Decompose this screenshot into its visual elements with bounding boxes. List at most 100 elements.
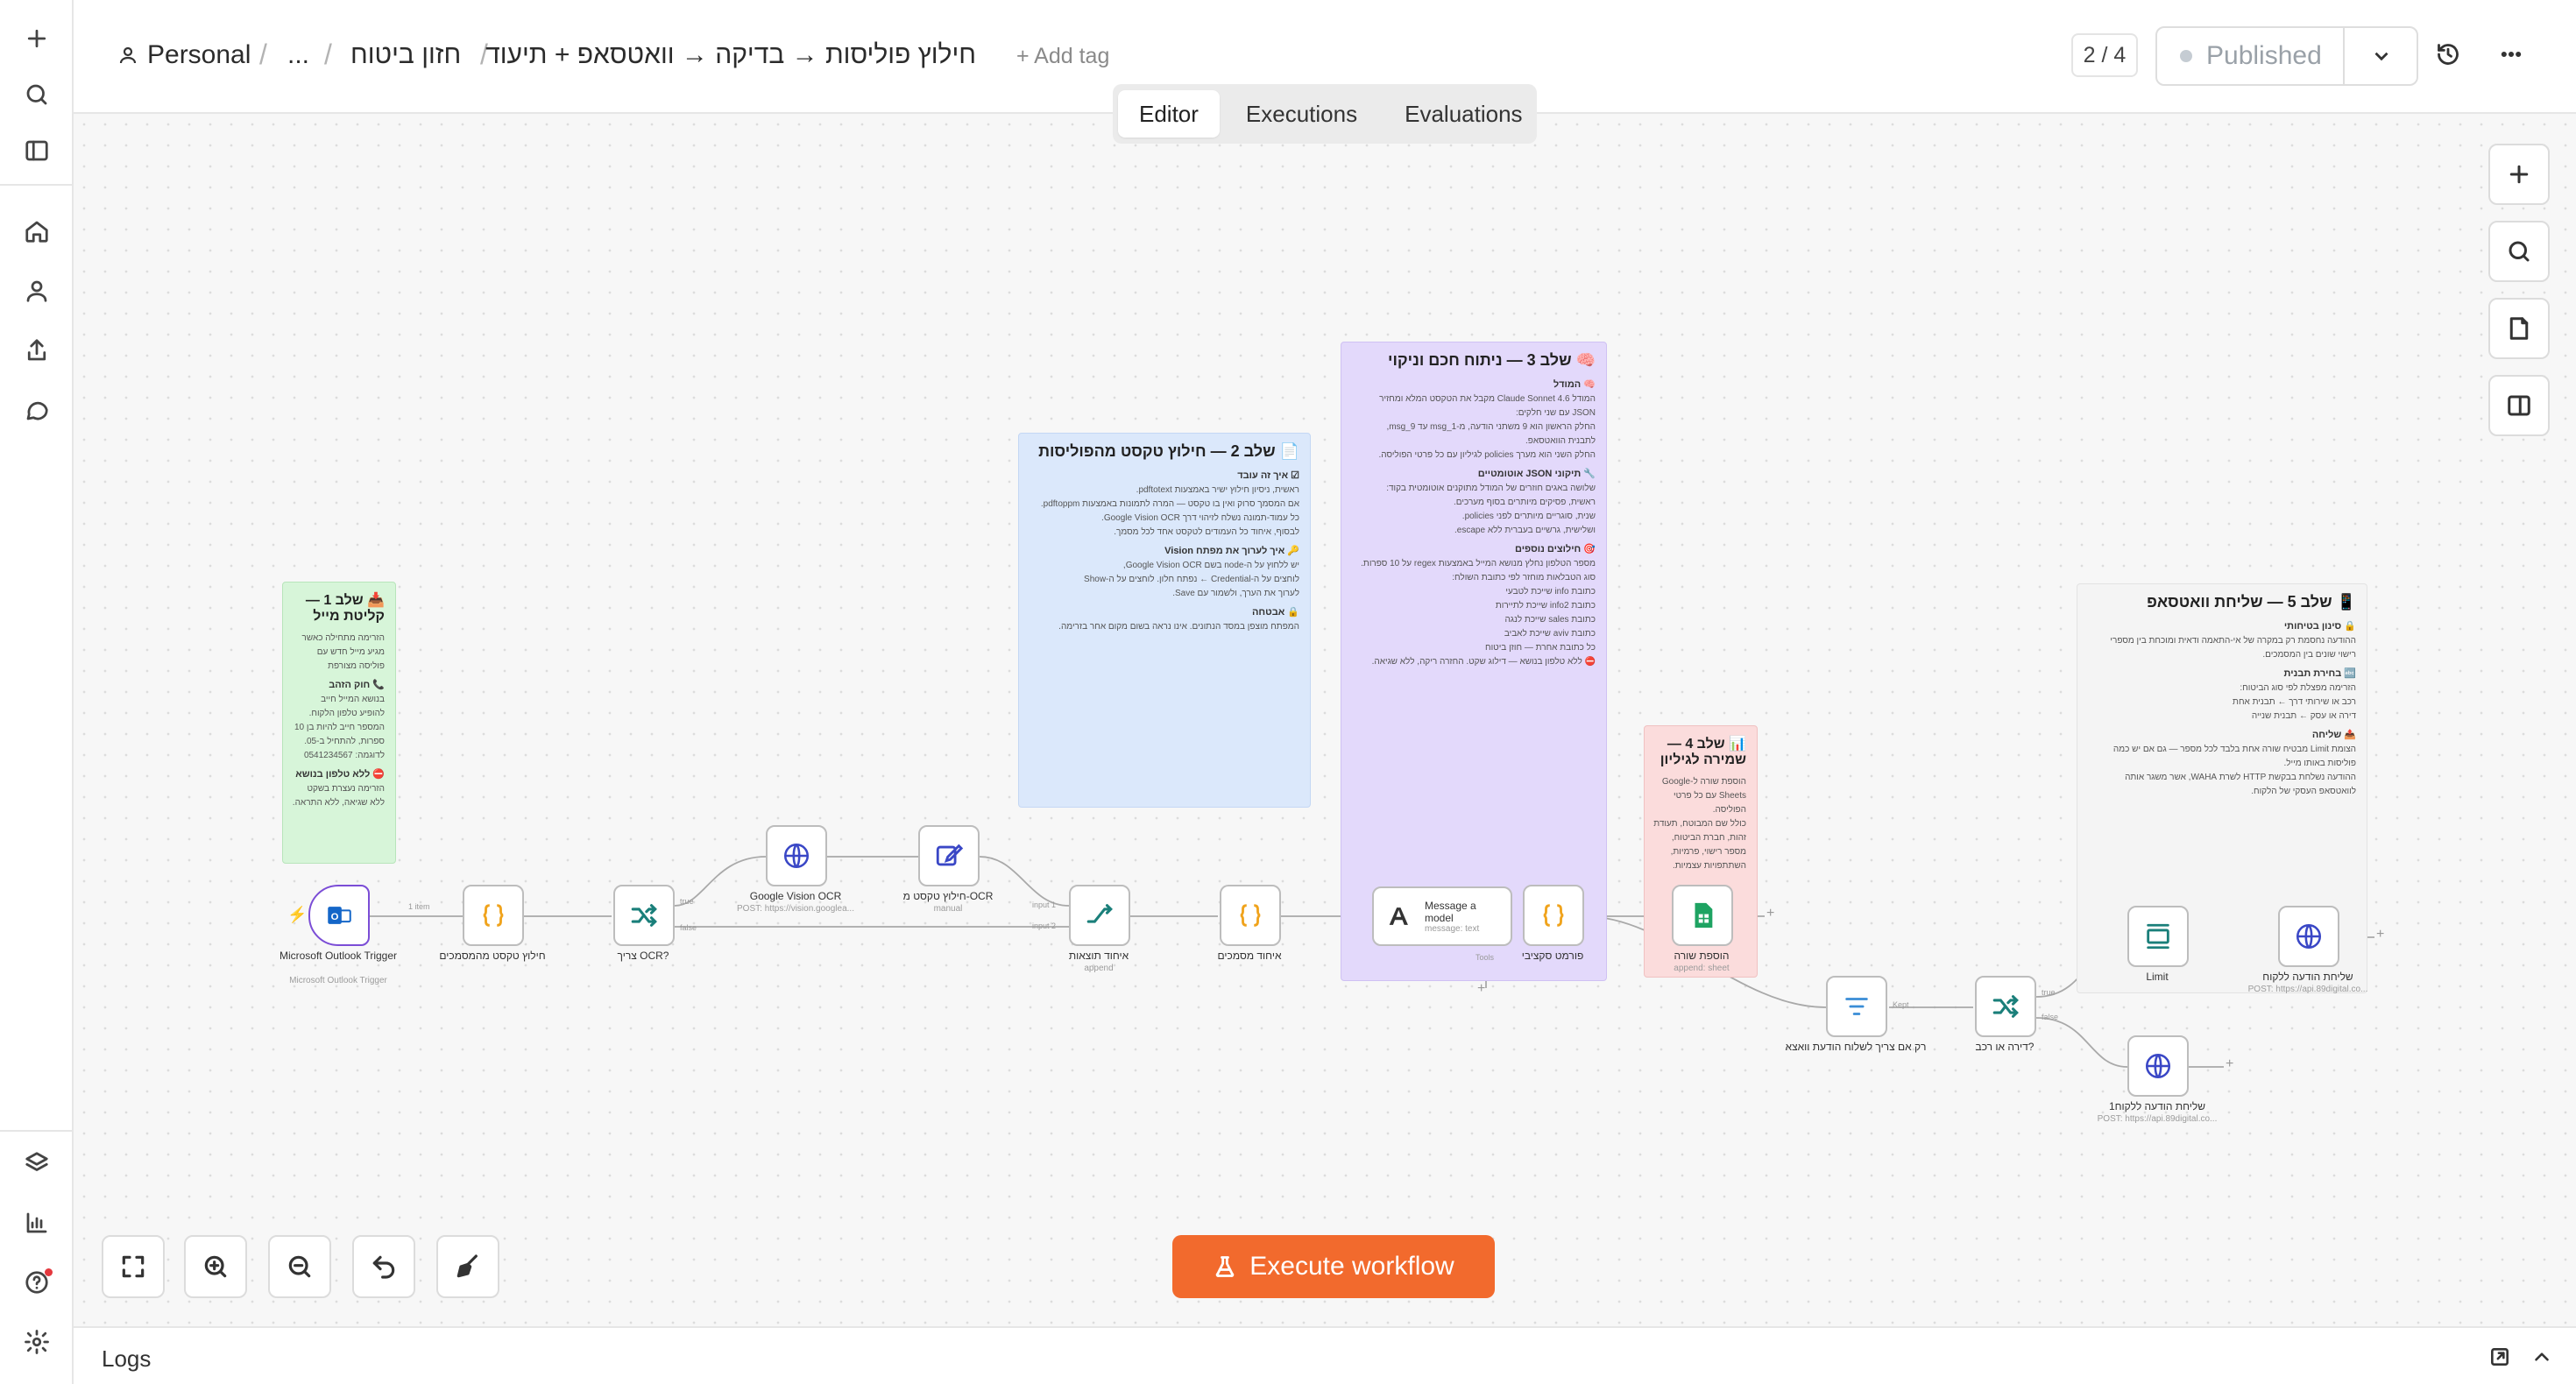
node-switch-type[interactable] — [1975, 976, 2036, 1037]
logs-panel[interactable]: Logs — [74, 1326, 2576, 1384]
code-braces-icon — [1240, 904, 1261, 927]
publish-label: Published — [2206, 41, 2322, 70]
sticky-heading: 📞 חוק הזהב — [329, 680, 385, 690]
add-node-icon[interactable]: + — [2376, 927, 2384, 943]
toggle-panel-button[interactable] — [2488, 375, 2550, 436]
add-node-icon[interactable]: + — [1766, 906, 1774, 921]
add-tag-button[interactable]: + Add tag — [1016, 44, 1109, 69]
node-subtitle: message: text — [1425, 923, 1480, 934]
node-subtitle: manual — [933, 904, 963, 914]
breadcrumb-ellipsis[interactable]: ... — [287, 40, 309, 70]
node-needs-ocr-switch[interactable] — [613, 885, 675, 946]
sticky-note-stage-2[interactable]: 📄 שלב 2 — חילוץ טקסט מהפוליסות ☑ איך זה … — [1018, 433, 1311, 808]
panel-icon — [2508, 395, 2530, 416]
tab-executions[interactable]: Executions — [1225, 90, 1378, 138]
sticky-line: לבסוף, איחוד כל העמודים לטקסט אחד לכל מס… — [1114, 527, 1299, 537]
add-tool-icon[interactable]: + — [1477, 981, 1485, 997]
chat-icon[interactable] — [19, 392, 54, 427]
sticky-heading: 🔒 אבטחה — [1251, 607, 1299, 618]
user-icon[interactable] — [19, 273, 54, 308]
node-extract-text[interactable] — [463, 885, 524, 946]
sticky-line: לוואטסאפ העסקי של הלקוח. — [2251, 787, 2356, 796]
node-label: Google Vision OCR — [749, 890, 842, 902]
node-format-fields[interactable] — [1523, 885, 1584, 946]
node-limit[interactable] — [2127, 906, 2189, 967]
node-filter[interactable] — [1826, 976, 1887, 1037]
add-node-button[interactable] — [2488, 144, 2550, 205]
limit-icon — [2147, 923, 2169, 950]
plus-icon[interactable] — [19, 21, 54, 56]
zoom-in-button[interactable] — [184, 1235, 247, 1298]
node-merge-documents[interactable] — [1220, 885, 1281, 946]
sticky-heading: 🔑 איך לערוך את מפתח Vision — [1164, 546, 1299, 556]
plus-icon — [2509, 165, 2529, 184]
merge-icon — [1086, 904, 1113, 923]
sticky-line: הזרימה נעצרת בשקט — [307, 784, 386, 794]
tab-editor[interactable]: Editor — [1118, 90, 1220, 138]
sidebar-toggle-icon[interactable] — [19, 133, 54, 168]
search-nodes-button[interactable] — [2488, 221, 2550, 282]
fit-view-button[interactable] — [102, 1235, 165, 1298]
lightning-icon: ⚡ — [287, 906, 308, 923]
node-label: שליחת הודעה ללקוח1 — [2108, 1100, 2206, 1112]
sticky-note-stage-1[interactable]: 📥 שלב 1 — קליטת מייל הזרימה מתחילה כאשר … — [282, 582, 396, 864]
sticky-line: ראשית, ניסיון חילוץ ישיר באמצעות pdftote… — [1136, 485, 1299, 495]
undo-button[interactable] — [352, 1235, 415, 1298]
sticky-heading: 🎯 חילוצים נוספים — [1515, 544, 1596, 554]
share-icon[interactable] — [19, 333, 54, 368]
sticky-line: כולל שם המבוטח, תעודת — [1653, 819, 1746, 829]
chevron-up-icon[interactable] — [2530, 1345, 2557, 1372]
node-send-message-1[interactable] — [2278, 906, 2339, 967]
anthropic-icon — [1389, 907, 1408, 925]
node-outlook-trigger[interactable]: O — [308, 885, 370, 946]
sticky-line: החלק השני הוא מערך policies לגיליון עם כ… — [1378, 450, 1596, 460]
sticky-line: בנושא המייל חייב — [321, 695, 385, 704]
help-icon[interactable] — [19, 1265, 54, 1300]
breadcrumb-owner[interactable]: Personal — [117, 40, 251, 70]
add-sticky-button[interactable] — [2488, 298, 2550, 359]
node-message-model[interactable]: Message a model message: text — [1372, 886, 1512, 946]
publish-divider — [2343, 28, 2345, 84]
sticky-line: פוליסות באותו מייל. — [2283, 759, 2356, 768]
more-options-icon[interactable] — [2494, 37, 2529, 72]
user-icon — [119, 46, 137, 64]
node-google-vision-ocr[interactable] — [766, 825, 827, 886]
settings-icon[interactable] — [19, 1324, 54, 1359]
sticky-bullet: כתובת aviv שייכת לאביב — [1504, 629, 1596, 639]
node-append-row-sheets[interactable] — [1672, 885, 1733, 946]
tab-evaluations[interactable]: Evaluations — [1384, 90, 1543, 138]
node-label: Limit — [2146, 971, 2169, 983]
sticky-line: יש ללחוץ על ה-node בשם Google Vision OCR… — [1122, 561, 1299, 570]
publish-button[interactable]: Published — [2155, 26, 2418, 86]
insights-icon[interactable] — [19, 1205, 54, 1240]
history-icon[interactable] — [2431, 37, 2466, 72]
node-label: הוספת שורה — [1674, 950, 1730, 962]
zoom-out-button[interactable] — [268, 1235, 331, 1298]
templates-icon[interactable] — [19, 1146, 54, 1181]
sticky-line: לערוך את הערך, ולשמור עם Save. — [1172, 589, 1299, 598]
sticky-line: פוליסה מצורפת — [328, 661, 385, 671]
globe-icon — [783, 843, 810, 869]
broom-icon — [456, 1254, 478, 1278]
switch-icon — [1992, 995, 2019, 1018]
execute-workflow-button[interactable]: Execute workflow — [1172, 1235, 1495, 1298]
add-node-icon[interactable]: + — [2226, 1056, 2233, 1072]
workflow-canvas[interactable]: 📥 שלב 1 — קליטת מייל הזרימה מתחילה כאשר … — [74, 114, 2576, 1326]
chevron-down-icon[interactable] — [2357, 40, 2406, 72]
breadcrumb-folder[interactable]: חזון ביטוח — [350, 40, 461, 70]
zoom-in-icon — [204, 1255, 227, 1278]
sticky-line: לדוגמה: 0541234567 — [303, 751, 385, 760]
sticky-line: לתבנית הוואטסאפ. — [1525, 436, 1596, 446]
search-icon[interactable] — [19, 77, 54, 112]
home-icon[interactable] — [19, 214, 54, 249]
node-merge-results[interactable] — [1069, 885, 1130, 946]
sticky-bullet: כתובת info2 שייכת לתיירות — [1495, 601, 1596, 611]
tidy-up-button[interactable] — [436, 1235, 499, 1298]
workflow-title[interactable]: חילוץ פוליסות → בדיקה → וואטסאפ + תיעוד — [485, 40, 976, 70]
sticky-title: 📥 שלב 1 — קליטת מייל — [305, 593, 385, 624]
node-send-message-2[interactable] — [2127, 1035, 2189, 1097]
breadcrumb-separator: / — [259, 39, 267, 70]
node-ocr-text[interactable] — [918, 825, 980, 886]
pop-out-icon[interactable] — [2488, 1345, 2515, 1372]
status-dot — [2180, 50, 2192, 62]
